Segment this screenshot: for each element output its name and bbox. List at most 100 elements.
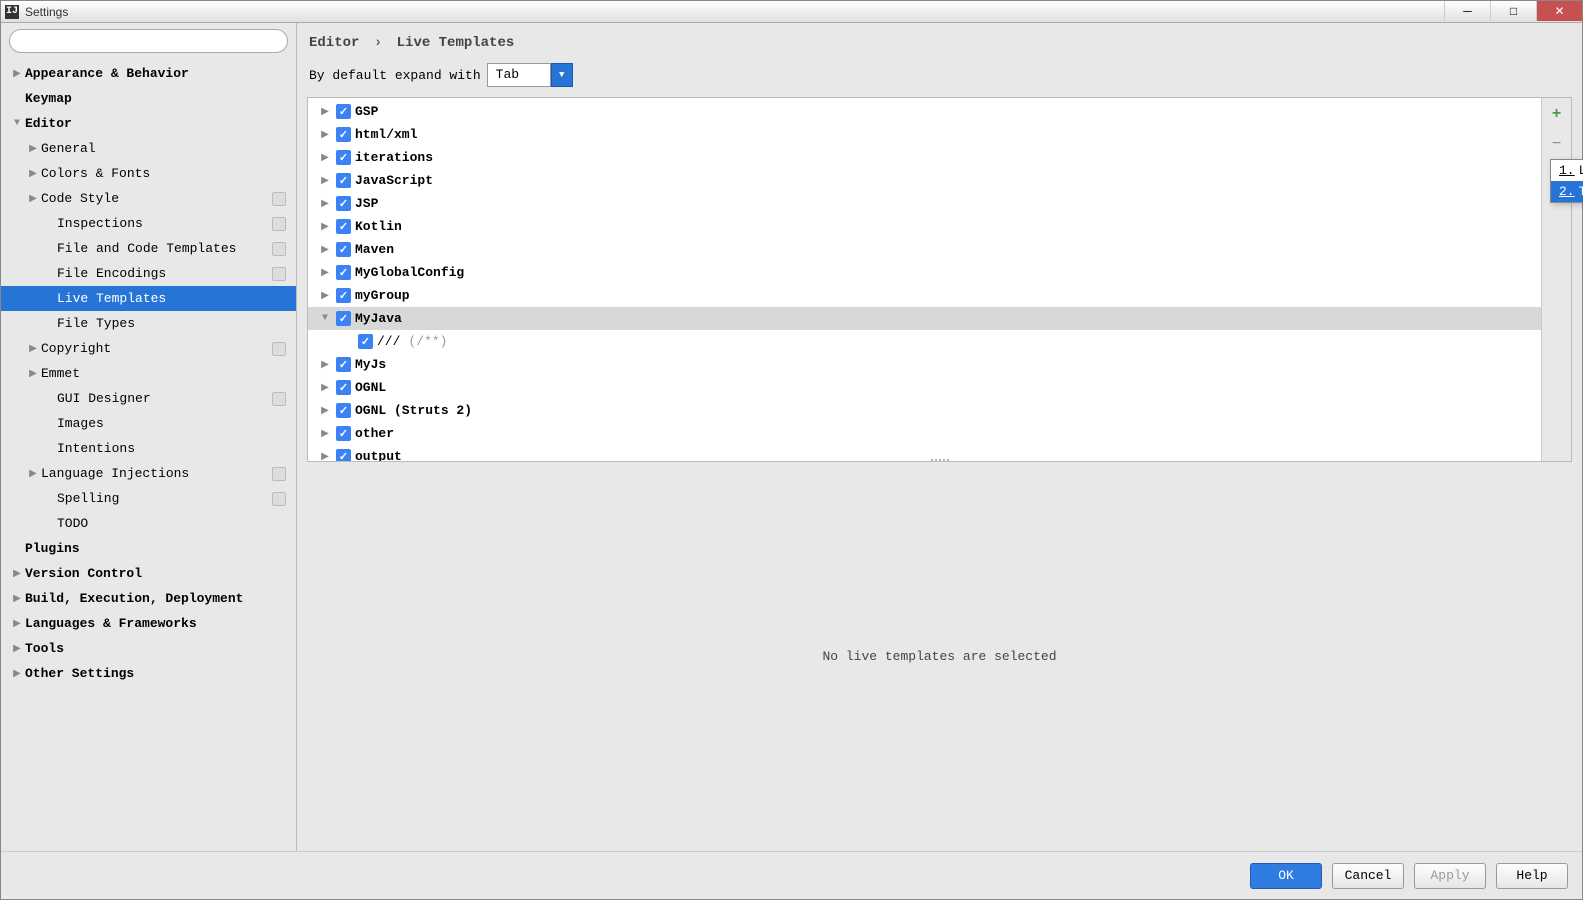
template-row-kotlin[interactable]: ▶✓Kotlin bbox=[308, 215, 1541, 238]
sidebar-item-label: Images bbox=[57, 416, 104, 431]
template-row-iterations[interactable]: ▶✓iterations bbox=[308, 146, 1541, 169]
checkbox[interactable]: ✓ bbox=[336, 449, 351, 461]
sidebar-item-label: GUI Designer bbox=[57, 391, 151, 406]
checkbox[interactable]: ✓ bbox=[336, 173, 351, 188]
chevron-right-icon[interactable]: ▶ bbox=[318, 451, 332, 462]
remove-button[interactable]: − bbox=[1547, 134, 1567, 154]
template-row-myjava[interactable]: ▼✓MyJava bbox=[308, 307, 1541, 330]
checkbox[interactable]: ✓ bbox=[336, 150, 351, 165]
template-row-maven[interactable]: ▶✓Maven bbox=[308, 238, 1541, 261]
sidebar-item-editor[interactable]: ▼Editor bbox=[1, 111, 296, 136]
sidebar-item-copyright[interactable]: ▶Copyright bbox=[1, 336, 296, 361]
chevron-right-icon[interactable]: ▶ bbox=[318, 175, 332, 187]
sidebar-item-languages-frameworks[interactable]: ▶Languages & Frameworks bbox=[1, 611, 296, 636]
chevron-right-icon: ▶ bbox=[9, 643, 25, 655]
sidebar-item-plugins[interactable]: Plugins bbox=[1, 536, 296, 561]
sidebar-item-label: Appearance & Behavior bbox=[25, 66, 189, 81]
checkbox[interactable]: ✓ bbox=[336, 426, 351, 441]
template-row-myjs[interactable]: ▶✓MyJs bbox=[308, 353, 1541, 376]
sidebar-item-tools[interactable]: ▶Tools bbox=[1, 636, 296, 661]
sidebar-item-emmet[interactable]: ▶Emmet bbox=[1, 361, 296, 386]
chevron-right-icon[interactable]: ▶ bbox=[318, 267, 332, 279]
scope-badge-icon bbox=[272, 192, 286, 206]
cancel-button[interactable]: Cancel bbox=[1332, 863, 1404, 889]
sidebar-item-version-control[interactable]: ▶Version Control bbox=[1, 561, 296, 586]
app-icon: IJ bbox=[5, 5, 19, 19]
checkbox[interactable]: ✓ bbox=[336, 196, 351, 211]
help-button[interactable]: Help bbox=[1496, 863, 1568, 889]
menu-item-template-group[interactable]: 2. Template Group bbox=[1551, 181, 1583, 202]
sidebar-item-build-execution-deployment[interactable]: ▶Build, Execution, Deployment bbox=[1, 586, 296, 611]
maximize-button[interactable]: □ bbox=[1490, 1, 1536, 21]
sidebar-item-colors-fonts[interactable]: ▶Colors & Fonts bbox=[1, 161, 296, 186]
sidebar-item-inspections[interactable]: Inspections bbox=[1, 211, 296, 236]
sidebar-item-todo[interactable]: TODO bbox=[1, 511, 296, 536]
chevron-right-icon[interactable]: ▶ bbox=[318, 405, 332, 417]
checkbox[interactable]: ✓ bbox=[336, 127, 351, 142]
checkbox[interactable]: ✓ bbox=[336, 403, 351, 418]
chevron-right-icon[interactable]: ▶ bbox=[318, 198, 332, 210]
chevron-right-icon[interactable]: ▶ bbox=[318, 129, 332, 141]
sidebar-item-file-and-code-templates[interactable]: File and Code Templates bbox=[1, 236, 296, 261]
chevron-down-icon[interactable]: ▼ bbox=[551, 63, 573, 87]
sidebar-item-language-injections[interactable]: ▶Language Injections bbox=[1, 461, 296, 486]
scope-badge-icon bbox=[272, 217, 286, 231]
splitter-grip[interactable] bbox=[920, 459, 960, 463]
chevron-right-icon[interactable]: ▶ bbox=[318, 221, 332, 233]
template-row--[interactable]: ✓///(/**) bbox=[308, 330, 1541, 353]
sidebar-item-file-types[interactable]: File Types bbox=[1, 311, 296, 336]
chevron-right-icon[interactable]: ▶ bbox=[318, 359, 332, 371]
template-row-ognl[interactable]: ▶✓OGNL bbox=[308, 376, 1541, 399]
checkbox[interactable]: ✓ bbox=[336, 288, 351, 303]
sidebar-item-file-encodings[interactable]: File Encodings bbox=[1, 261, 296, 286]
chevron-right-icon[interactable]: ▶ bbox=[318, 428, 332, 440]
settings-tree[interactable]: ▶Appearance & BehaviorKeymap▼Editor▶Gene… bbox=[1, 59, 296, 851]
sidebar-item-general[interactable]: ▶General bbox=[1, 136, 296, 161]
checkbox[interactable]: ✓ bbox=[336, 242, 351, 257]
sidebar-item-intentions[interactable]: Intentions bbox=[1, 436, 296, 461]
checkbox[interactable]: ✓ bbox=[358, 334, 373, 349]
sidebar-item-other-settings[interactable]: ▶Other Settings bbox=[1, 661, 296, 686]
search-input[interactable] bbox=[9, 29, 288, 53]
template-row-html-xml[interactable]: ▶✓html/xml bbox=[308, 123, 1541, 146]
checkbox[interactable]: ✓ bbox=[336, 380, 351, 395]
template-row-ognl-struts-2-[interactable]: ▶✓OGNL (Struts 2) bbox=[308, 399, 1541, 422]
checkbox[interactable]: ✓ bbox=[336, 311, 351, 326]
close-button[interactable]: ✕ bbox=[1536, 1, 1582, 21]
chevron-right-icon[interactable]: ▶ bbox=[318, 152, 332, 164]
chevron-right-icon[interactable]: ▶ bbox=[318, 106, 332, 118]
apply-button[interactable]: Apply bbox=[1414, 863, 1486, 889]
checkbox[interactable]: ✓ bbox=[336, 357, 351, 372]
checkbox[interactable]: ✓ bbox=[336, 104, 351, 119]
chevron-right-icon[interactable]: ▶ bbox=[318, 244, 332, 256]
sidebar-item-code-style[interactable]: ▶Code Style bbox=[1, 186, 296, 211]
template-row-gsp[interactable]: ▶✓GSP bbox=[308, 100, 1541, 123]
menu-item-live-template[interactable]: 1. Live Template bbox=[1551, 160, 1583, 181]
templates-list[interactable]: ▶✓GSP▶✓html/xml▶✓iterations▶✓JavaScript▶… bbox=[308, 98, 1541, 461]
checkbox[interactable]: ✓ bbox=[336, 265, 351, 280]
checkbox[interactable]: ✓ bbox=[336, 219, 351, 234]
sidebar-item-appearance-behavior[interactable]: ▶Appearance & Behavior bbox=[1, 61, 296, 86]
add-popup-menu[interactable]: 1. Live Template 2. Template Group bbox=[1550, 159, 1583, 203]
add-button[interactable]: + bbox=[1547, 104, 1567, 124]
sidebar-item-gui-designer[interactable]: GUI Designer bbox=[1, 386, 296, 411]
ok-button[interactable]: OK bbox=[1250, 863, 1322, 889]
sidebar-item-keymap[interactable]: Keymap bbox=[1, 86, 296, 111]
sidebar-item-images[interactable]: Images bbox=[1, 411, 296, 436]
template-row-mygroup[interactable]: ▶✓myGroup bbox=[308, 284, 1541, 307]
template-row-other[interactable]: ▶ ✓ other bbox=[308, 422, 1541, 445]
expand-with-select[interactable]: Tab ▼ bbox=[487, 63, 573, 87]
template-row-jsp[interactable]: ▶✓JSP bbox=[308, 192, 1541, 215]
template-name: other bbox=[355, 426, 394, 441]
sidebar-item-live-templates[interactable]: Live Templates bbox=[1, 286, 296, 311]
template-row-myglobalconfig[interactable]: ▶✓MyGlobalConfig bbox=[308, 261, 1541, 284]
chevron-right-icon[interactable]: ▶ bbox=[318, 290, 332, 302]
sidebar-item-label: General bbox=[41, 141, 96, 156]
chevron-right-icon[interactable]: ▶ bbox=[318, 382, 332, 394]
window-controls: ─ □ ✕ bbox=[1444, 1, 1582, 21]
chevron-down-icon[interactable]: ▼ bbox=[318, 313, 332, 324]
template-row-javascript[interactable]: ▶✓JavaScript bbox=[308, 169, 1541, 192]
minimize-button[interactable]: ─ bbox=[1444, 1, 1490, 21]
sidebar-item-spelling[interactable]: Spelling bbox=[1, 486, 296, 511]
chevron-down-icon: ▼ bbox=[9, 118, 25, 129]
